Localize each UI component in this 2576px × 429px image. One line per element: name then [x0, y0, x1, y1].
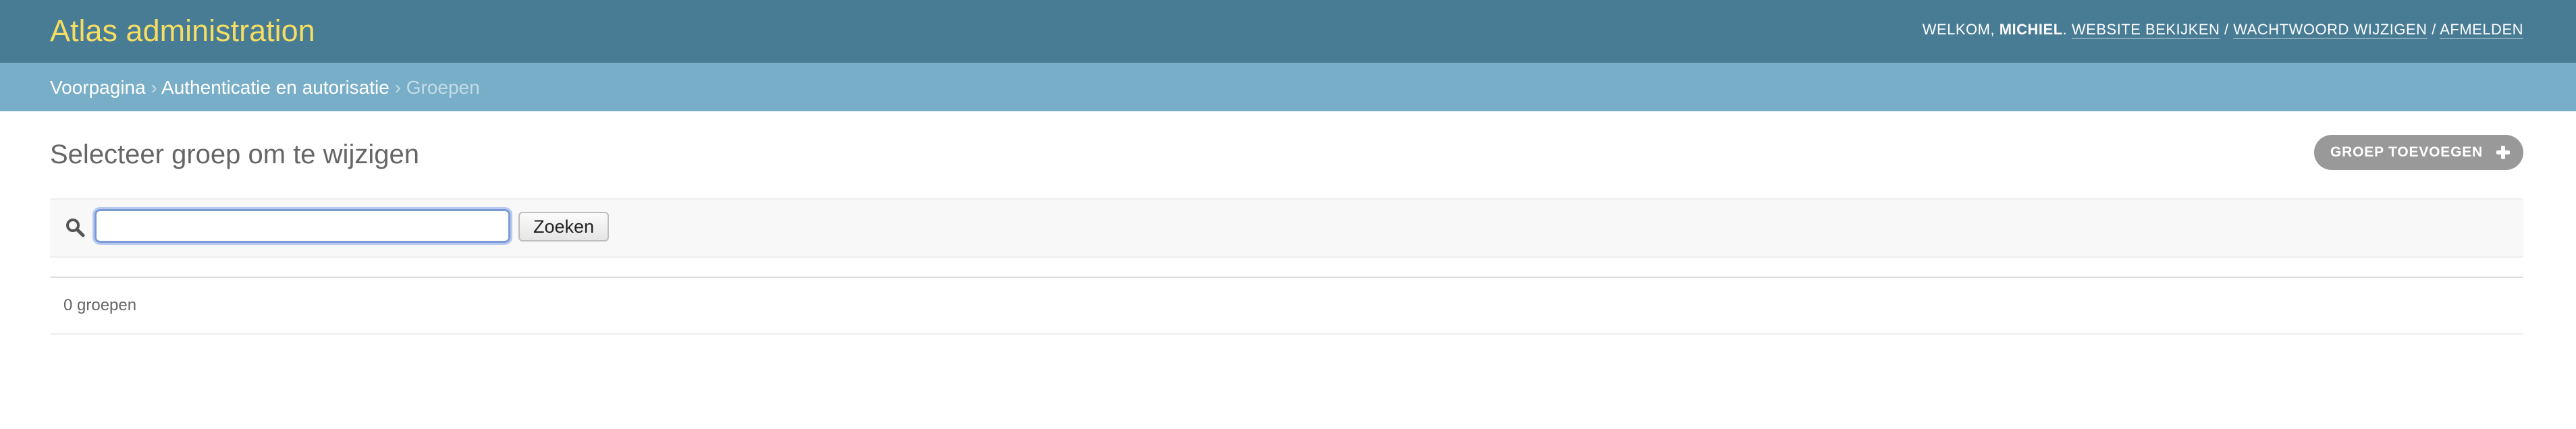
header: Atlas administration Welkom, Michiel. We… — [0, 0, 2576, 63]
view-site-link[interactable]: Website bekijken — [2071, 21, 2220, 39]
change-password-link[interactable]: Wachtwoord wijzigen — [2233, 21, 2427, 39]
breadcrumb: Voorpagina › Authenticatie en autorisati… — [0, 63, 2576, 111]
result-count: 0 groepen — [63, 296, 137, 314]
plus-icon — [2495, 144, 2511, 161]
welcome-text: Welkom, — [1922, 21, 2000, 38]
breadcrumb-separator: › — [389, 77, 406, 98]
breadcrumb-separator: › — [145, 77, 162, 98]
search-toolbar: Zoeken — [50, 198, 2523, 258]
page-title: Selecteer groep om te wijzigen — [50, 140, 419, 169]
logout-link[interactable]: Afmelden — [2440, 21, 2523, 39]
search-input[interactable] — [92, 207, 512, 245]
search-icon — [66, 219, 85, 237]
add-group-label: Groep toevoegen — [2330, 144, 2483, 160]
breadcrumb-app-link[interactable]: Authenticatie en autorisatie — [161, 77, 390, 98]
add-group-button[interactable]: Groep toevoegen — [2314, 135, 2523, 170]
user-tools: Welkom, Michiel. Website bekijken / Wach… — [1923, 20, 2523, 40]
separator: / — [2427, 21, 2440, 38]
divider — [50, 333, 2523, 335]
welcome-suffix: . — [2062, 21, 2072, 38]
breadcrumb-home-link[interactable]: Voorpagina — [50, 77, 146, 98]
divider — [50, 277, 2523, 278]
separator: / — [2220, 21, 2234, 38]
username: Michiel — [1999, 21, 2063, 38]
breadcrumb-current: Groepen — [406, 77, 480, 98]
site-name[interactable]: Atlas administration — [50, 11, 315, 51]
search-button[interactable]: Zoeken — [518, 212, 609, 241]
